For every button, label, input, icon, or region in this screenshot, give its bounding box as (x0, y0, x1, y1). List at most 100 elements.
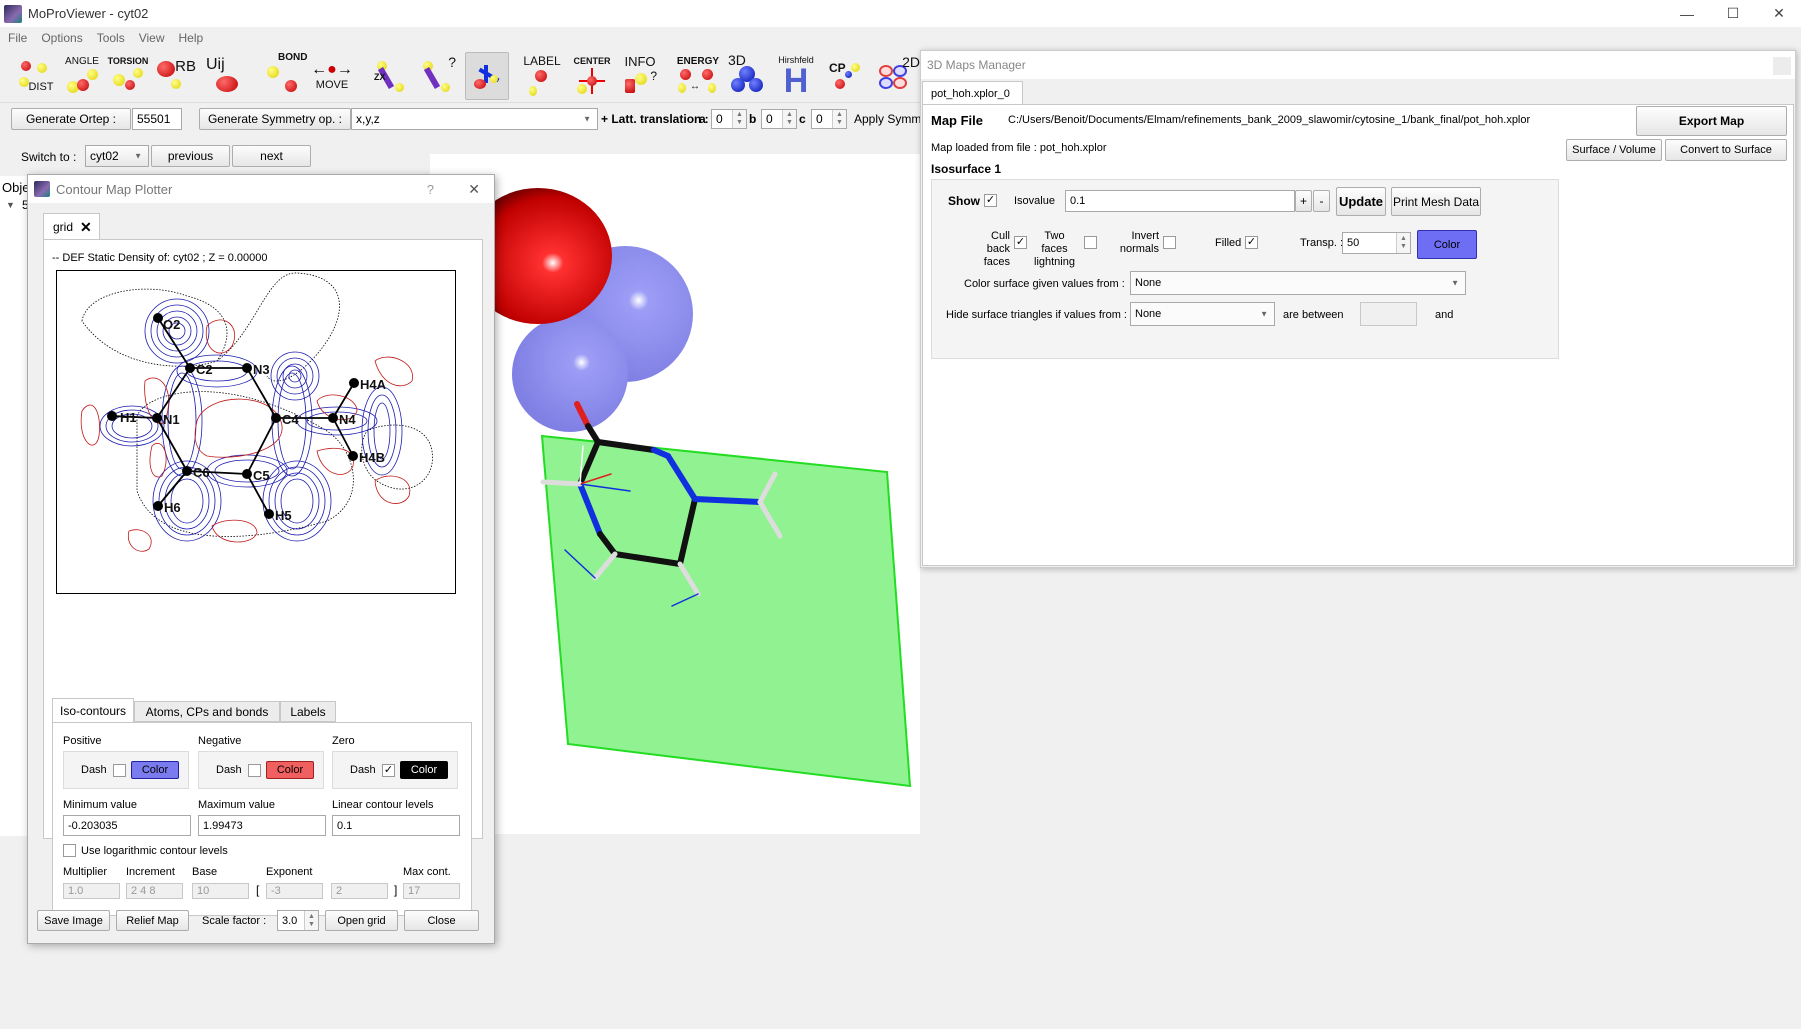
log-contour-checkbox[interactable] (63, 844, 76, 857)
molecule-scene[interactable] (430, 154, 920, 834)
menu-tools[interactable]: Tools (97, 31, 125, 45)
3d-viewport[interactable] (430, 154, 920, 834)
iso1-color-button[interactable]: Color (1417, 230, 1477, 259)
center-icon (575, 66, 609, 96)
maximize-button[interactable]: ☐ (1710, 0, 1756, 27)
exponent-min-input[interactable]: -3 (266, 883, 323, 899)
uij-tool-button[interactable]: Uij (200, 52, 244, 100)
iso1-decrease-button[interactable]: - (1313, 190, 1330, 212)
hirshfeld-h-icon: H (783, 62, 809, 100)
multiplier-input[interactable]: 1.0 (63, 883, 120, 899)
center-tool-button[interactable]: CENTER (570, 52, 614, 100)
previous-button[interactable]: previous (151, 145, 230, 167)
close-tab-icon[interactable]: ✕ (80, 219, 92, 236)
scale-factor-spinbox[interactable]: 3.0 ▲ ▼ (277, 910, 319, 931)
menu-options[interactable]: Options (41, 31, 82, 45)
latt-b-spinbox[interactable]: 0 ▲ ▼ (761, 109, 797, 129)
rotate-zx-button[interactable]: ZX (370, 52, 414, 100)
rigid-body-tool-button[interactable]: RB (152, 52, 196, 100)
close-window-button[interactable]: ✕ (1756, 0, 1801, 27)
hirshfeld-button[interactable]: Hirshfeld H (774, 52, 818, 100)
move-tool-button[interactable]: ←●→ MOVE (310, 52, 354, 100)
negative-color-button[interactable]: Color (266, 761, 314, 779)
iso1-cull-checkbox[interactable]: ✓ (1014, 236, 1027, 249)
negative-dash-checkbox[interactable] (248, 764, 261, 777)
base-input[interactable]: 10 (192, 883, 249, 899)
spin-arrows-icon[interactable]: ▲ ▼ (782, 110, 796, 128)
iso1-update-button[interactable]: Update (1336, 187, 1386, 216)
positive-color-button[interactable]: Color (131, 761, 179, 779)
energy-tool-button[interactable]: ENERGY ↔ (676, 52, 720, 100)
distance-tool-button[interactable]: DIST (12, 52, 56, 100)
tree-expand-icon[interactable]: ▼ (6, 200, 15, 210)
iso1-show-checkbox[interactable]: ✓ (984, 194, 997, 207)
tab-grid[interactable]: grid ✕ (43, 213, 100, 240)
iso1-print-mesh-button[interactable]: Print Mesh Data (1391, 187, 1481, 216)
increment-input[interactable]: 2 4 8 (126, 883, 183, 899)
iso1-transparency-spinbox[interactable]: 50 ▲ ▼ (1342, 232, 1411, 254)
help-button[interactable]: ? (427, 182, 434, 197)
latt-c-spinbox[interactable]: 0 ▲ ▼ (811, 109, 847, 129)
angle-tool-button[interactable]: ANGLE (60, 52, 104, 100)
next-button[interactable]: next (232, 145, 311, 167)
bond-tool-button[interactable]: BOND (262, 52, 307, 100)
close-icon: ✕ (1773, 5, 1785, 21)
menu-help[interactable]: Help (179, 31, 204, 45)
2d-contour-button[interactable]: 2D (872, 52, 920, 100)
tab-pot-hoh[interactable]: pot_hoh.xplor_0 (922, 81, 1023, 105)
ortep-code-input[interactable]: 55501 (132, 108, 182, 130)
spin-arrows-icon[interactable]: ▲ ▼ (304, 911, 318, 930)
3d-maps-button[interactable]: 3D (726, 52, 770, 100)
close-button[interactable]: Close (404, 910, 479, 931)
export-map-button[interactable]: Export Map (1636, 106, 1787, 136)
relief-map-button[interactable]: Relief Map (116, 910, 189, 931)
hide-triangles-select[interactable]: None ▼ (1130, 302, 1275, 326)
spin-arrows-icon[interactable]: ▲ ▼ (1396, 233, 1410, 253)
maps-manager-close-button[interactable] (1773, 57, 1791, 75)
convert-to-surface-button[interactable]: Convert to Surface (1665, 139, 1787, 161)
save-image-button[interactable]: Save Image (37, 910, 110, 931)
zero-color-button[interactable]: Color (400, 761, 448, 779)
apply-symmetry-button[interactable]: Apply Symme (854, 112, 928, 126)
positive-dash-checkbox[interactable] (113, 764, 126, 777)
structure-select[interactable]: cyt02 ▼ (85, 145, 149, 167)
tab-atoms-cps-bonds[interactable]: Atoms, CPs and bonds (134, 701, 280, 722)
exponent-max-input[interactable]: 2 (331, 883, 388, 899)
iso1-isovalue-input[interactable]: 0.1 (1065, 190, 1295, 212)
iso1-invert-checkbox[interactable] (1163, 236, 1176, 249)
iso1-filled-checkbox[interactable]: ✓ (1245, 236, 1258, 249)
label-tool-button[interactable]: LABEL (520, 52, 564, 100)
max-contours-input[interactable]: 17 (403, 883, 460, 899)
axes-tool-button[interactable] (465, 52, 509, 100)
dialog-title-bar: Contour Map Plotter ? ✕ (28, 175, 494, 203)
menu-view[interactable]: View (139, 31, 165, 45)
color-surface-select[interactable]: None ▼ (1130, 271, 1466, 295)
torsion-tool-button[interactable]: TORSION (106, 52, 150, 100)
spin-arrows-icon[interactable]: ▲ ▼ (832, 110, 846, 128)
maximum-value-input[interactable]: 1.99473 (198, 815, 326, 836)
info-tool-button[interactable]: INFO ? (618, 52, 662, 100)
linear-contour-levels-input[interactable]: 0.1 (332, 815, 460, 836)
generate-ortep-button[interactable]: Generate Ortep : (11, 108, 131, 130)
contour-map-canvas[interactable]: O2 C2 N3 N1 H1 C4 N4 H4A H4B C6 C5 H6 H5 (56, 270, 456, 594)
critical-point-button[interactable]: CP (824, 52, 868, 100)
iso1-two-faces-checkbox[interactable] (1084, 236, 1097, 249)
close-dialog-button[interactable]: ✕ (468, 181, 480, 198)
surface-volume-button[interactable]: Surface / Volume (1566, 139, 1662, 161)
open-grid-button[interactable]: Open grid (325, 910, 398, 931)
minimum-value-input[interactable]: -0.203035 (63, 815, 191, 836)
zero-dash-checkbox[interactable]: ✓ (382, 764, 395, 777)
menu-file[interactable]: File (8, 31, 27, 45)
minimize-button[interactable]: — (1664, 0, 1710, 27)
latt-a-spinbox[interactable]: 0 ▲ ▼ (711, 109, 747, 129)
query-tool-button[interactable]: ? (416, 52, 460, 100)
symmetry-op-select[interactable]: x,y,z ▼ (351, 108, 598, 130)
spin-arrows-icon[interactable]: ▲ ▼ (732, 110, 746, 128)
hide-min-input[interactable] (1360, 302, 1417, 326)
tab-labels[interactable]: Labels (280, 701, 336, 722)
generate-symmetry-button[interactable]: Generate Symmetry op. : (199, 108, 351, 130)
iso1-increase-button[interactable]: + (1295, 190, 1312, 212)
info-icon: ? (623, 69, 657, 99)
axes-icon (470, 61, 504, 91)
tab-iso-contours[interactable]: Iso-contours (52, 698, 134, 722)
